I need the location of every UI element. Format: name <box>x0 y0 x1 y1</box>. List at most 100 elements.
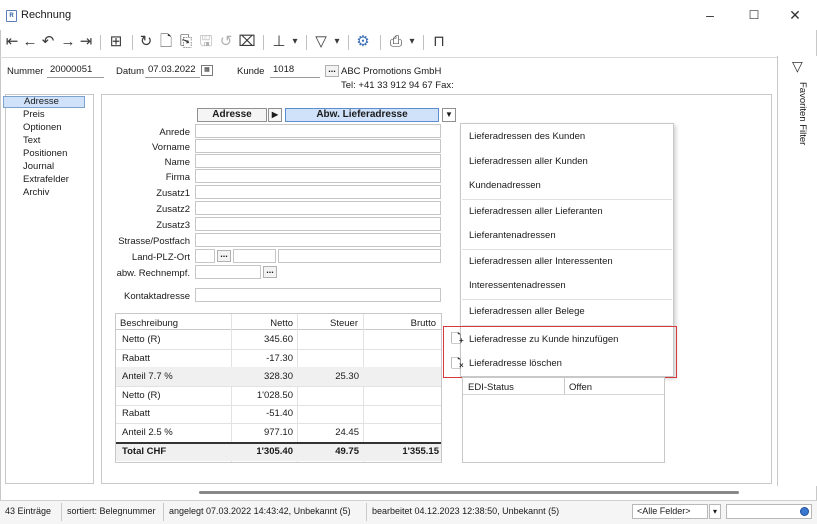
chevron-down-icon[interactable]: ▾ <box>290 33 300 51</box>
delete-document-icon[interactable]: ⌧ <box>238 33 256 51</box>
ort-field[interactable] <box>278 249 441 263</box>
cell-netto: 328.30 <box>263 371 293 382</box>
menu-item-lieferadressen-aller-lieferanten[interactable]: Lieferadressen aller Lieferanten <box>469 206 603 217</box>
zusatz1-field[interactable] <box>195 185 441 199</box>
kunde-tel-fax: Tel: +41 33 912 94 67 Fax: <box>341 80 454 91</box>
print-icon[interactable]: ⎙ <box>387 33 405 51</box>
edi-row-divider <box>463 394 664 395</box>
tab-abw-lieferadresse[interactable]: Abw. Lieferadresse <box>285 108 439 122</box>
nav-item-preis[interactable]: Preis <box>23 109 45 120</box>
cell-beschreibung: Rabatt <box>122 408 150 419</box>
anrede-label: Anrede <box>159 127 190 138</box>
cell-beschreibung: Anteil 2.5 % <box>122 427 173 438</box>
abw-rechnempf-field[interactable] <box>195 265 261 279</box>
cell-beschreibung: Total CHF <box>122 446 167 457</box>
window-icon[interactable]: ⊓ <box>430 33 448 51</box>
title-bar: R Rechnung – ☐ ✕ <box>0 0 817 30</box>
tab-adresse[interactable]: Adresse <box>197 108 267 122</box>
search-icon[interactable] <box>800 507 809 516</box>
next-record-icon[interactable]: → <box>60 33 76 51</box>
pin-icon[interactable]: ⊥ <box>270 33 288 51</box>
edi-status-label: EDI-Status <box>468 382 514 393</box>
chevron-down-icon[interactable]: ▾ <box>332 33 342 51</box>
name-label: Name <box>164 157 190 168</box>
minimize-button[interactable]: – <box>688 2 732 28</box>
nav-item-positionen[interactable]: Positionen <box>23 148 67 159</box>
land-plz-lookup-button[interactable]: ... <box>217 250 231 262</box>
firma-label: Firma <box>165 172 190 183</box>
toolbar-separator <box>263 35 264 50</box>
nav-item-journal[interactable]: Journal <box>23 161 54 172</box>
firma-field[interactable] <box>195 169 441 183</box>
cell-beschreibung: Netto (R) <box>122 390 161 401</box>
vorname-label: Vorname <box>151 142 190 153</box>
last-record-icon[interactable]: ⇥ <box>78 33 94 51</box>
calendar-icon[interactable]: ▦ <box>201 65 213 76</box>
menu-item-lieferadressen-des-kunden[interactable]: Lieferadressen des Kunden <box>469 131 585 142</box>
nav-item-optionen[interactable]: Optionen <box>23 122 62 133</box>
menu-item-lieferadressen-aller-interessenten[interactable]: Lieferadressen aller Interessenten <box>469 256 613 267</box>
maximize-button[interactable]: ☐ <box>732 2 776 28</box>
menu-item-lieferadressen-aller-belege[interactable]: Lieferadressen aller Belege <box>469 306 585 317</box>
toolbar-separator <box>306 35 307 50</box>
status-separator <box>61 503 62 521</box>
undo-icon[interactable]: ↶ <box>40 33 56 51</box>
status-created: angelegt 07.03.2022 14:43:42, Unbekannt … <box>169 506 351 516</box>
land-plz-ort-label: Land-PLZ-Ort <box>131 252 190 263</box>
favorites-filter-tab[interactable]: Favoriten Filter <box>797 82 808 145</box>
new-document-icon[interactable]: 🗋 <box>157 33 175 51</box>
cell-beschreibung: Anteil 7.7 % <box>122 371 173 382</box>
status-record-count: 43 Einträge <box>5 506 52 516</box>
menu-item-lieferantenadressen[interactable]: Lieferantenadressen <box>469 230 556 241</box>
filter-icon[interactable]: ▽ <box>312 33 330 51</box>
strasse-label: Strasse/Postfach <box>118 236 190 247</box>
plz-field[interactable] <box>233 249 276 263</box>
totals-header-beschreibung: Beschreibung <box>120 318 179 329</box>
first-record-icon[interactable]: ⇤ <box>4 33 20 51</box>
strasse-field[interactable] <box>195 233 441 247</box>
kontaktadresse-field[interactable] <box>195 288 441 302</box>
refresh-icon[interactable]: ↻ <box>137 33 155 51</box>
play-icon[interactable]: ▶ <box>268 108 282 122</box>
nav-item-adresse[interactable]: Adresse <box>3 96 85 108</box>
nav-item-extrafelder[interactable]: Extrafelder <box>23 174 69 185</box>
zusatz2-field[interactable] <box>195 201 441 215</box>
cell-brutto: 1'355.15 <box>402 446 439 457</box>
field-filter-select[interactable]: <Alle Felder> <box>632 504 708 519</box>
abw-rechnempf-lookup-button[interactable]: ... <box>263 266 277 278</box>
nummer-field[interactable]: 20000051 <box>47 64 104 78</box>
settings-filter-icon[interactable]: ⚙ <box>354 33 372 51</box>
anrede-field[interactable] <box>195 124 441 138</box>
menu-item-lieferadressen-aller-kunden[interactable]: Lieferadressen aller Kunden <box>469 156 588 167</box>
nav-item-archiv[interactable]: Archiv <box>23 187 49 198</box>
datum-label: Datum <box>116 66 144 77</box>
name-field[interactable] <box>195 154 441 168</box>
land-field[interactable] <box>195 249 215 263</box>
undo-changes-icon[interactable]: ↺ <box>217 33 235 51</box>
toolbar-separator <box>380 35 381 50</box>
copy-document-icon[interactable]: ⎘ <box>177 33 195 51</box>
menu-separator <box>462 199 672 200</box>
previous-record-icon[interactable]: ← <box>22 33 38 51</box>
vorname-field[interactable] <box>195 139 441 153</box>
kunde-lookup-button[interactable]: ... <box>325 65 339 77</box>
menu-item-interessentenadressen[interactable]: Interessentenadressen <box>469 280 566 291</box>
funnel-icon[interactable]: ▽ <box>792 58 803 75</box>
toolbar-separator <box>132 35 133 50</box>
kunde-field[interactable]: 1018 <box>270 64 320 78</box>
close-button[interactable]: ✕ <box>773 2 817 28</box>
chevron-down-icon[interactable]: ▾ <box>709 504 721 519</box>
chevron-down-icon[interactable]: ▼ <box>442 108 456 122</box>
menu-item-kundenadressen[interactable]: Kundenadressen <box>469 180 541 191</box>
cell-steuer: 24.45 <box>335 427 359 438</box>
zusatz3-field[interactable] <box>195 217 441 231</box>
datum-field[interactable]: 07.03.2022 <box>145 64 200 78</box>
horizontal-scrollbar[interactable] <box>199 491 739 494</box>
table-view-icon[interactable]: ⊞ <box>107 33 125 51</box>
window-title: Rechnung <box>21 9 72 21</box>
nav-item-text[interactable]: Text <box>23 135 40 146</box>
totals-header-brutto: Brutto <box>410 318 436 329</box>
save-icon[interactable]: 🖫 <box>197 33 215 51</box>
toolbar-separator <box>423 35 424 50</box>
chevron-down-icon[interactable]: ▾ <box>407 33 417 51</box>
